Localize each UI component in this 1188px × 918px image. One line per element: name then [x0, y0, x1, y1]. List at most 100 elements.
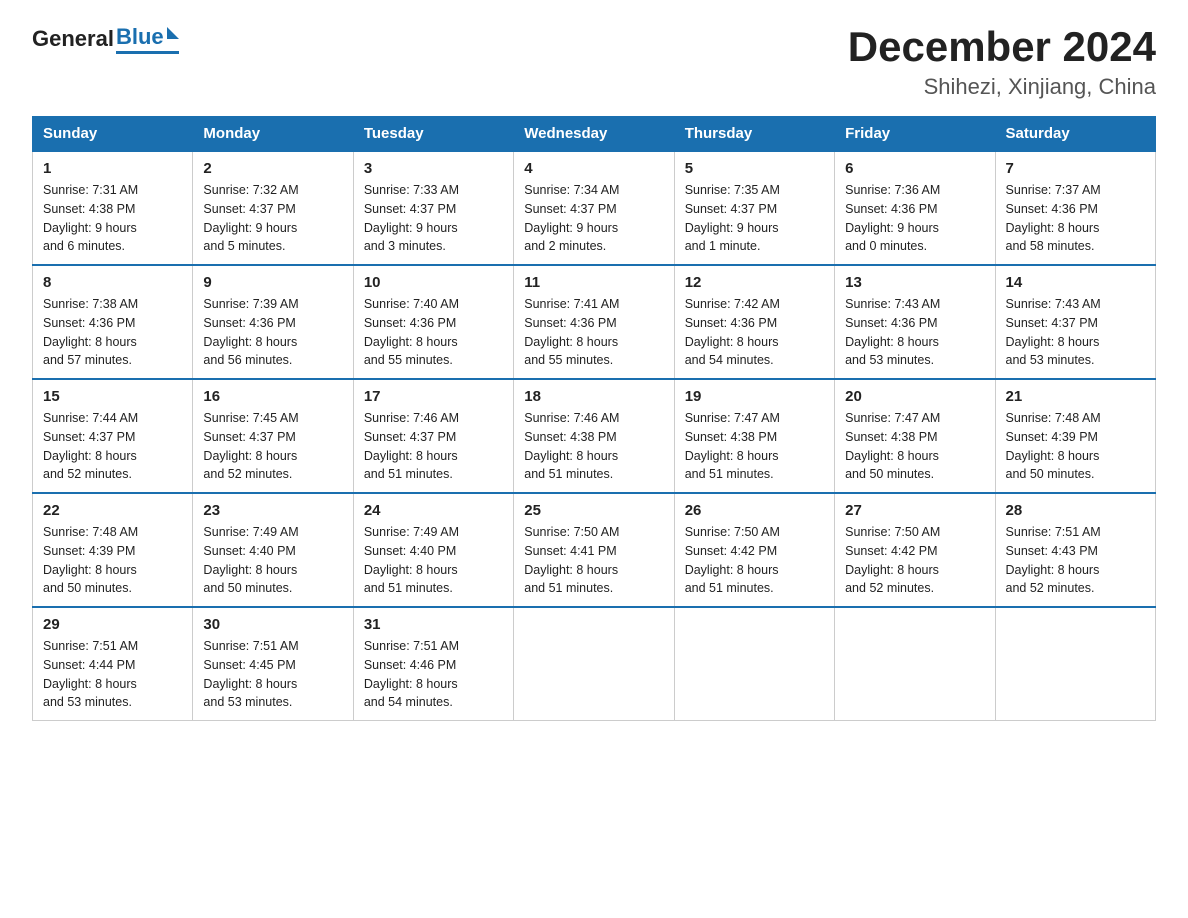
- calendar-cell: 9 Sunrise: 7:39 AMSunset: 4:36 PMDayligh…: [193, 265, 353, 379]
- calendar-cell: [514, 607, 674, 721]
- calendar-cell: 7 Sunrise: 7:37 AMSunset: 4:36 PMDayligh…: [995, 151, 1155, 265]
- day-info: Sunrise: 7:51 AMSunset: 4:43 PMDaylight:…: [1006, 523, 1145, 598]
- day-number: 13: [845, 274, 984, 291]
- calendar-cell: 22 Sunrise: 7:48 AMSunset: 4:39 PMDaylig…: [33, 493, 193, 607]
- calendar-cell: 23 Sunrise: 7:49 AMSunset: 4:40 PMDaylig…: [193, 493, 353, 607]
- day-number: 4: [524, 160, 663, 177]
- calendar-cell: 14 Sunrise: 7:43 AMSunset: 4:37 PMDaylig…: [995, 265, 1155, 379]
- calendar-cell: 12 Sunrise: 7:42 AMSunset: 4:36 PMDaylig…: [674, 265, 834, 379]
- day-info: Sunrise: 7:40 AMSunset: 4:36 PMDaylight:…: [364, 295, 503, 370]
- calendar-cell: 15 Sunrise: 7:44 AMSunset: 4:37 PMDaylig…: [33, 379, 193, 493]
- day-info: Sunrise: 7:48 AMSunset: 4:39 PMDaylight:…: [1006, 409, 1145, 484]
- calendar-week-row: 8 Sunrise: 7:38 AMSunset: 4:36 PMDayligh…: [33, 265, 1156, 379]
- day-info: Sunrise: 7:41 AMSunset: 4:36 PMDaylight:…: [524, 295, 663, 370]
- day-number: 19: [685, 388, 824, 405]
- logo-general-text: General: [32, 26, 114, 52]
- calendar-cell: 6 Sunrise: 7:36 AMSunset: 4:36 PMDayligh…: [835, 151, 995, 265]
- calendar-cell: [995, 607, 1155, 721]
- calendar-cell: 29 Sunrise: 7:51 AMSunset: 4:44 PMDaylig…: [33, 607, 193, 721]
- day-info: Sunrise: 7:43 AMSunset: 4:36 PMDaylight:…: [845, 295, 984, 370]
- day-info: Sunrise: 7:37 AMSunset: 4:36 PMDaylight:…: [1006, 181, 1145, 256]
- day-info: Sunrise: 7:39 AMSunset: 4:36 PMDaylight:…: [203, 295, 342, 370]
- day-number: 14: [1006, 274, 1145, 291]
- day-info: Sunrise: 7:49 AMSunset: 4:40 PMDaylight:…: [364, 523, 503, 598]
- logo-blue-text: Blue: [116, 24, 164, 50]
- day-info: Sunrise: 7:50 AMSunset: 4:42 PMDaylight:…: [845, 523, 984, 598]
- day-number: 8: [43, 274, 182, 291]
- day-info: Sunrise: 7:46 AMSunset: 4:38 PMDaylight:…: [524, 409, 663, 484]
- col-header-monday: Monday: [193, 117, 353, 152]
- day-number: 2: [203, 160, 342, 177]
- day-number: 5: [685, 160, 824, 177]
- day-info: Sunrise: 7:35 AMSunset: 4:37 PMDaylight:…: [685, 181, 824, 256]
- day-info: Sunrise: 7:42 AMSunset: 4:36 PMDaylight:…: [685, 295, 824, 370]
- calendar-week-row: 29 Sunrise: 7:51 AMSunset: 4:44 PMDaylig…: [33, 607, 1156, 721]
- logo-underline: [116, 51, 179, 54]
- day-number: 20: [845, 388, 984, 405]
- day-info: Sunrise: 7:32 AMSunset: 4:37 PMDaylight:…: [203, 181, 342, 256]
- day-number: 10: [364, 274, 503, 291]
- calendar-cell: 3 Sunrise: 7:33 AMSunset: 4:37 PMDayligh…: [353, 151, 513, 265]
- calendar-cell: [674, 607, 834, 721]
- calendar-cell: 21 Sunrise: 7:48 AMSunset: 4:39 PMDaylig…: [995, 379, 1155, 493]
- calendar-cell: 16 Sunrise: 7:45 AMSunset: 4:37 PMDaylig…: [193, 379, 353, 493]
- calendar-cell: 20 Sunrise: 7:47 AMSunset: 4:38 PMDaylig…: [835, 379, 995, 493]
- day-info: Sunrise: 7:46 AMSunset: 4:37 PMDaylight:…: [364, 409, 503, 484]
- logo: General Blue: [32, 24, 179, 54]
- calendar-cell: 10 Sunrise: 7:40 AMSunset: 4:36 PMDaylig…: [353, 265, 513, 379]
- day-info: Sunrise: 7:34 AMSunset: 4:37 PMDaylight:…: [524, 181, 663, 256]
- col-header-tuesday: Tuesday: [353, 117, 513, 152]
- day-number: 29: [43, 616, 182, 633]
- calendar-cell: 19 Sunrise: 7:47 AMSunset: 4:38 PMDaylig…: [674, 379, 834, 493]
- day-info: Sunrise: 7:43 AMSunset: 4:37 PMDaylight:…: [1006, 295, 1145, 370]
- calendar-week-row: 22 Sunrise: 7:48 AMSunset: 4:39 PMDaylig…: [33, 493, 1156, 607]
- day-number: 3: [364, 160, 503, 177]
- page-header: General Blue December 2024 Shihezi, Xinj…: [32, 24, 1156, 100]
- calendar-cell: 5 Sunrise: 7:35 AMSunset: 4:37 PMDayligh…: [674, 151, 834, 265]
- calendar-cell: 30 Sunrise: 7:51 AMSunset: 4:45 PMDaylig…: [193, 607, 353, 721]
- calendar-cell: [835, 607, 995, 721]
- day-info: Sunrise: 7:49 AMSunset: 4:40 PMDaylight:…: [203, 523, 342, 598]
- day-info: Sunrise: 7:48 AMSunset: 4:39 PMDaylight:…: [43, 523, 182, 598]
- day-info: Sunrise: 7:47 AMSunset: 4:38 PMDaylight:…: [685, 409, 824, 484]
- day-info: Sunrise: 7:50 AMSunset: 4:41 PMDaylight:…: [524, 523, 663, 598]
- calendar-cell: 26 Sunrise: 7:50 AMSunset: 4:42 PMDaylig…: [674, 493, 834, 607]
- calendar-week-row: 15 Sunrise: 7:44 AMSunset: 4:37 PMDaylig…: [33, 379, 1156, 493]
- day-number: 9: [203, 274, 342, 291]
- calendar-week-row: 1 Sunrise: 7:31 AMSunset: 4:38 PMDayligh…: [33, 151, 1156, 265]
- day-number: 15: [43, 388, 182, 405]
- col-header-wednesday: Wednesday: [514, 117, 674, 152]
- page-subtitle: Shihezi, Xinjiang, China: [848, 74, 1156, 100]
- col-header-sunday: Sunday: [33, 117, 193, 152]
- calendar-cell: 24 Sunrise: 7:49 AMSunset: 4:40 PMDaylig…: [353, 493, 513, 607]
- day-info: Sunrise: 7:31 AMSunset: 4:38 PMDaylight:…: [43, 181, 182, 256]
- day-number: 21: [1006, 388, 1145, 405]
- day-number: 28: [1006, 502, 1145, 519]
- calendar-cell: 13 Sunrise: 7:43 AMSunset: 4:36 PMDaylig…: [835, 265, 995, 379]
- calendar-cell: 28 Sunrise: 7:51 AMSunset: 4:43 PMDaylig…: [995, 493, 1155, 607]
- day-number: 11: [524, 274, 663, 291]
- day-number: 26: [685, 502, 824, 519]
- day-number: 6: [845, 160, 984, 177]
- calendar-cell: 17 Sunrise: 7:46 AMSunset: 4:37 PMDaylig…: [353, 379, 513, 493]
- col-header-thursday: Thursday: [674, 117, 834, 152]
- day-info: Sunrise: 7:51 AMSunset: 4:44 PMDaylight:…: [43, 637, 182, 712]
- day-number: 23: [203, 502, 342, 519]
- page-title: December 2024: [848, 24, 1156, 70]
- calendar-cell: 11 Sunrise: 7:41 AMSunset: 4:36 PMDaylig…: [514, 265, 674, 379]
- day-number: 12: [685, 274, 824, 291]
- logo-triangle-icon: [167, 27, 179, 39]
- calendar-cell: 31 Sunrise: 7:51 AMSunset: 4:46 PMDaylig…: [353, 607, 513, 721]
- calendar-cell: 25 Sunrise: 7:50 AMSunset: 4:41 PMDaylig…: [514, 493, 674, 607]
- col-header-saturday: Saturday: [995, 117, 1155, 152]
- day-info: Sunrise: 7:45 AMSunset: 4:37 PMDaylight:…: [203, 409, 342, 484]
- day-number: 7: [1006, 160, 1145, 177]
- day-number: 16: [203, 388, 342, 405]
- day-number: 24: [364, 502, 503, 519]
- calendar-cell: 2 Sunrise: 7:32 AMSunset: 4:37 PMDayligh…: [193, 151, 353, 265]
- day-info: Sunrise: 7:44 AMSunset: 4:37 PMDaylight:…: [43, 409, 182, 484]
- calendar-cell: 18 Sunrise: 7:46 AMSunset: 4:38 PMDaylig…: [514, 379, 674, 493]
- title-block: December 2024 Shihezi, Xinjiang, China: [848, 24, 1156, 100]
- calendar-cell: 4 Sunrise: 7:34 AMSunset: 4:37 PMDayligh…: [514, 151, 674, 265]
- day-info: Sunrise: 7:47 AMSunset: 4:38 PMDaylight:…: [845, 409, 984, 484]
